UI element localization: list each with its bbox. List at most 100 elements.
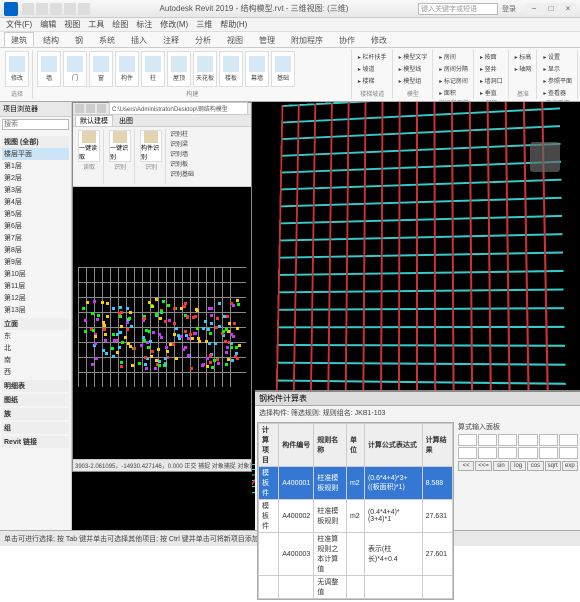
ribbon-item[interactable]: ▸ 设置 (541, 51, 574, 62)
tree-item[interactable]: 明细表 (2, 380, 69, 392)
calc-table[interactable]: 计算项目构件编号规则名称单位计算公式表达式计算结果模板件A400001柱准模板规… (258, 423, 453, 599)
menu-item[interactable]: 编辑 (40, 19, 56, 30)
component-button[interactable]: 构件识别 (140, 130, 162, 162)
qat-save-icon[interactable] (36, 3, 48, 15)
ribbon-tab[interactable]: 协作 (332, 32, 362, 47)
search-input[interactable]: 键入关键字或短语 (418, 3, 498, 15)
ribbon-item[interactable]: ▸ 坡道 (356, 63, 389, 74)
ribbon-button[interactable]: 窗 (89, 51, 113, 87)
tree-item[interactable]: 第7层 (2, 232, 69, 244)
ribbon-item[interactable]: ▸ 竖井 (478, 63, 505, 74)
ribbon-tab[interactable]: 附加程序 (284, 32, 330, 47)
sub-ribbon-item[interactable]: 识别基础 (168, 169, 196, 178)
table-row[interactable]: 无调整值 (259, 576, 453, 599)
menu-item[interactable]: 帮助(H) (220, 19, 247, 30)
ribbon-item[interactable]: ▸ 查看器 (541, 87, 574, 98)
menu-item[interactable]: 文件(F) (6, 19, 32, 30)
tree-item[interactable]: 视图 (全部) (2, 136, 69, 148)
minimize-button[interactable]: − (526, 3, 542, 15)
ribbon-tab[interactable]: 钢 (68, 32, 90, 47)
ribbon-button[interactable]: 基础 (271, 51, 295, 87)
qat-undo-icon[interactable] (50, 3, 62, 15)
ribbon-button[interactable]: 墙 (37, 51, 61, 87)
tree-item[interactable]: 第2层 (2, 172, 69, 184)
viewcube-icon[interactable] (530, 142, 560, 172)
file-path[interactable]: C:\Users\Administrator\Desktop\钢结构模型 (109, 102, 248, 115)
calc-op-button[interactable]: exp (562, 461, 578, 471)
subtab-2[interactable]: 出图 (115, 116, 137, 126)
ribbon-item[interactable]: ▸ 标记房间 (437, 75, 470, 86)
ribbon-button[interactable]: 柱 (141, 51, 165, 87)
sub-ribbon-item[interactable]: 识别梁 (168, 139, 196, 148)
recognize-button[interactable]: 一键识别 (109, 130, 131, 162)
ribbon-item[interactable]: ▸ 房间 (437, 51, 470, 62)
modify-button[interactable]: 修改 (5, 51, 29, 87)
qat-print-icon[interactable] (78, 3, 90, 15)
ribbon-item[interactable]: ▸ 栏杆扶手 (356, 51, 389, 62)
tree-item[interactable]: 第3层 (2, 184, 69, 196)
tree-item[interactable]: 第5层 (2, 208, 69, 220)
ribbon-tab[interactable]: 结构 (36, 32, 66, 47)
close-button[interactable]: × (560, 3, 576, 15)
ribbon-item[interactable]: ▸ 标高 (513, 51, 534, 62)
calc-op-button[interactable]: <<= (475, 461, 492, 471)
tree-item[interactable]: 第9层 (2, 256, 69, 268)
ribbon-item[interactable]: ▸ 垂直 (478, 87, 505, 98)
menu-item[interactable]: 视图 (64, 19, 80, 30)
calc-op-button[interactable]: << (458, 461, 474, 471)
ribbon-button[interactable]: 天花板 (193, 51, 217, 87)
tree-item[interactable]: 南 (2, 354, 69, 366)
ribbon-item[interactable]: ▸ 按面 (478, 51, 505, 62)
tree-item[interactable]: 组 (2, 422, 69, 434)
menu-item[interactable]: 绘图 (112, 19, 128, 30)
menu-item[interactable]: 三维 (196, 19, 212, 30)
table-row[interactable]: 模板件A400002柱准模板规则m2(0.4*4+4)*(3+4)*127.63… (259, 500, 453, 533)
tree-item[interactable]: 第12层 (2, 292, 69, 304)
up-icon[interactable] (97, 104, 106, 113)
ribbon-tab[interactable]: 插入 (124, 32, 154, 47)
tree-item[interactable]: 第11层 (2, 280, 69, 292)
menu-item[interactable]: 修改(M) (160, 19, 188, 30)
ribbon-button[interactable]: 构件 (115, 51, 139, 87)
ribbon-tab[interactable]: 建筑 (4, 32, 34, 47)
user-menu[interactable]: 登录 (502, 4, 516, 14)
ribbon-item[interactable]: ▸ 参照平面 (541, 75, 574, 86)
ribbon-item[interactable]: ▸ 面积 (437, 87, 470, 98)
ribbon-item[interactable]: ▸ 模型文字 (397, 51, 430, 62)
ribbon-item[interactable]: ▸ 模型线 (397, 63, 430, 74)
tree-item[interactable]: 族 (2, 408, 69, 420)
sub-ribbon-item[interactable]: 识别墙 (168, 149, 196, 158)
ribbon-tab[interactable]: 分析 (188, 32, 218, 47)
ribbon-tab[interactable]: 系统 (92, 32, 122, 47)
tree-item[interactable]: 第8层 (2, 244, 69, 256)
menu-item[interactable]: 标注 (136, 19, 152, 30)
back-icon[interactable] (75, 104, 84, 113)
menu-item[interactable]: 工具 (88, 19, 104, 30)
tree-item[interactable]: 西 (2, 366, 69, 378)
ribbon-button[interactable]: 门 (63, 51, 87, 87)
sub-ribbon-item[interactable]: 识别板 (168, 159, 196, 168)
qat-redo-icon[interactable] (64, 3, 76, 15)
ribbon-button[interactable]: 楼板 (219, 51, 243, 87)
tree-item[interactable]: 东 (2, 330, 69, 342)
subtab-1[interactable]: 默认建模 (75, 115, 113, 127)
tree-item[interactable]: 第6层 (2, 220, 69, 232)
ribbon-tab[interactable]: 修改 (364, 32, 394, 47)
maximize-button[interactable]: □ (543, 3, 559, 15)
ribbon-button[interactable]: 屋顶 (167, 51, 191, 87)
tree-item[interactable]: 第1层 (2, 160, 69, 172)
table-row[interactable]: 模板件A400001柱准模板规则m2(0.6*4+4)*3+((板面积)*1)8… (259, 467, 453, 500)
ribbon-item[interactable]: ▸ 墙洞口 (478, 75, 505, 86)
ribbon-item[interactable]: ▸ 显示 (541, 63, 574, 74)
read-button[interactable]: 一键读取 (78, 130, 100, 162)
tree-item[interactable]: Revit 链接 (2, 436, 69, 448)
tree-item[interactable]: 立面 (2, 318, 69, 330)
ribbon-item[interactable]: ▸ 模型组 (397, 75, 430, 86)
forward-icon[interactable] (86, 104, 95, 113)
qat-open-icon[interactable] (22, 3, 34, 15)
tree-item[interactable]: 第4层 (2, 196, 69, 208)
tree-item[interactable]: 第13层 (2, 304, 69, 316)
cad-2d-view[interactable] (73, 187, 251, 459)
sub-ribbon-item[interactable]: 识别柱 (168, 129, 196, 138)
ribbon-tab[interactable]: 管理 (252, 32, 282, 47)
